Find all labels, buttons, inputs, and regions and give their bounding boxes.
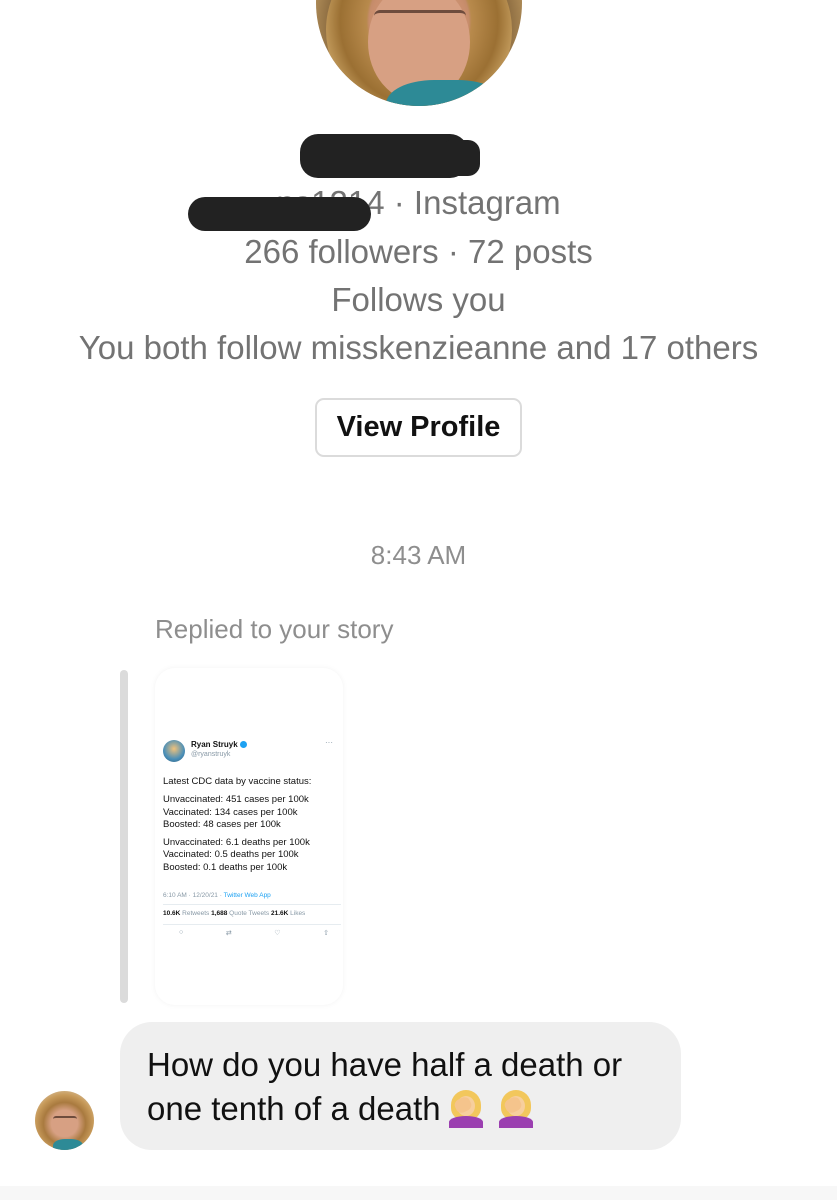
- tweet-author: Ryan Struyk: [191, 740, 247, 749]
- share-icon: ⇧: [323, 930, 329, 937]
- tweet-handle: @ryanstruyk: [191, 751, 231, 758]
- woman-facepalming-icon: [445, 1088, 485, 1128]
- tweet-line: Latest CDC data by vaccine status:: [163, 776, 312, 787]
- message-line-2: one tenth of a death: [147, 1087, 655, 1131]
- more-icon: ···: [325, 738, 333, 747]
- tweet-avatar: [163, 740, 185, 762]
- tweet-line: Boosted: 48 cases per 100k: [163, 818, 281, 830]
- redaction-name-2: [440, 140, 480, 176]
- tweet-line: Boosted: 0.1 deaths per 100k: [163, 861, 288, 873]
- message-line-1: How do you have half a death or: [147, 1046, 623, 1083]
- profile-handle: ns1214 · Instagram: [276, 184, 561, 221]
- tweet-actions: ○ ⇄ ♡ ⇧: [179, 929, 329, 937]
- follows-you-label: Follows you: [331, 281, 506, 318]
- tweet-line: Unvaccinated: 6.1 deaths per 100k: [163, 837, 310, 849]
- replied-to-story-label: Replied to your story: [155, 614, 394, 644]
- message-timestamp: 8:43 AM: [370, 540, 467, 570]
- woman-facepalming-icon: [495, 1088, 535, 1128]
- tweet-meta: 6:10 AM · 12/20/21 · Twitter Web App: [163, 892, 271, 899]
- story-preview[interactable]: Ryan Struyk @ryanstruyk ··· Latest CDC d…: [155, 668, 343, 1005]
- reply-icon: ○: [179, 929, 184, 936]
- divider: [163, 904, 341, 905]
- profile-stats: 266 followers · 72 posts: [244, 233, 593, 270]
- like-icon: ♡: [274, 930, 281, 937]
- tweet-line: Unvaccinated: 451 cases per 100k: [163, 794, 309, 806]
- divider: [163, 924, 341, 925]
- dm-thread-screen: K ams ns1214 · Instagram 266 followers ·…: [0, 0, 837, 1200]
- redaction-handle: [188, 197, 371, 231]
- sender-avatar[interactable]: [35, 1091, 94, 1150]
- bottom-strip: [0, 1186, 837, 1200]
- retweet-icon: ⇄: [225, 930, 232, 937]
- tweet-body: Latest CDC data by vaccine status: Unvac…: [163, 776, 341, 874]
- message-bubble[interactable]: How do you have half a death or one tent…: [120, 1022, 681, 1150]
- mutual-followers: You both follow misskenzieanne and 17 ot…: [78, 329, 759, 366]
- verified-badge-icon: [239, 741, 247, 749]
- tweet-line: Vaccinated: 0.5 deaths per 100k: [163, 849, 299, 861]
- tweet-line: Vaccinated: 134 cases per 100k: [163, 806, 298, 818]
- reply-indicator-bar: [120, 670, 128, 1003]
- profile-avatar[interactable]: [316, 0, 522, 106]
- view-profile-button[interactable]: View Profile: [315, 398, 522, 457]
- tweet-stats: 10.6K Retweets 1,688 Quote Tweets 21.6K …: [163, 910, 306, 917]
